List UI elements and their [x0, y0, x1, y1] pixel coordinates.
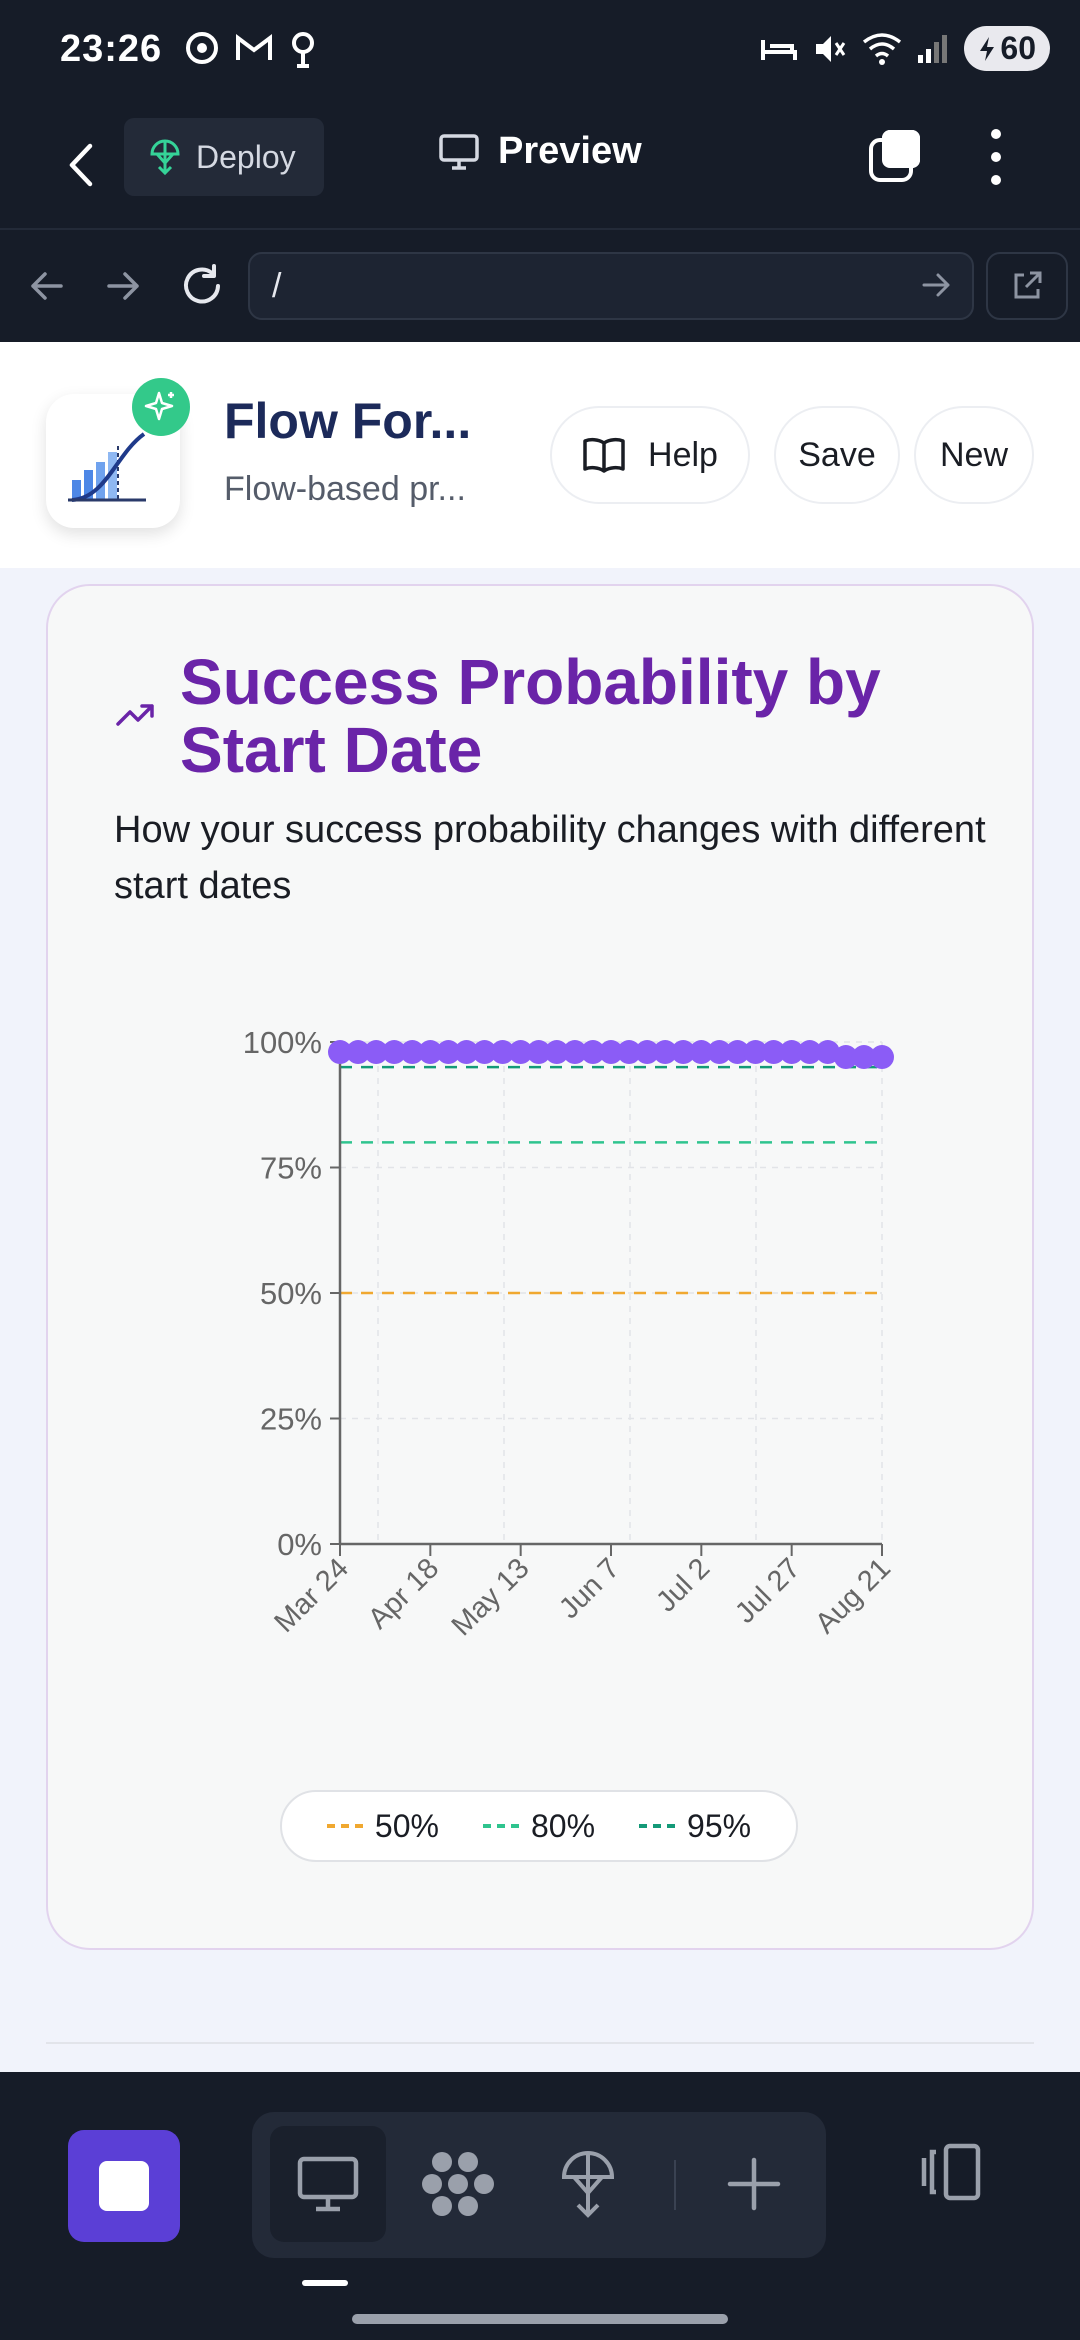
- reload-icon: [184, 264, 220, 304]
- legend-item-95: 95%: [639, 1808, 751, 1845]
- active-tab-indicator: [302, 2280, 348, 2286]
- battery-indicator: 60: [964, 26, 1050, 71]
- url-bar: /: [0, 230, 1080, 342]
- battery-level: 60: [1000, 30, 1036, 66]
- divider: [46, 2042, 1034, 2044]
- more-options-button[interactable]: [976, 122, 1016, 192]
- panel-toggle-button[interactable]: [916, 2142, 982, 2207]
- y-tick-label: 100%: [243, 1025, 322, 1060]
- chart-legend: 50% 80% 95%: [280, 1790, 798, 1862]
- deploy-button[interactable]: Deploy: [124, 118, 324, 196]
- url-input[interactable]: /: [248, 252, 974, 320]
- deploy-tool-button[interactable]: [530, 2126, 646, 2242]
- chart-subtitle: How your success probability changes wit…: [114, 809, 986, 907]
- new-button[interactable]: New: [914, 406, 1034, 504]
- legend-label: 80%: [530, 1807, 596, 1844]
- x-tick-label: Aug 21: [809, 1552, 897, 1640]
- help-label: Help: [648, 435, 718, 474]
- arrow-left-icon: [31, 272, 63, 300]
- sidebar-panel-icon: [921, 2143, 981, 2201]
- location-icon: [292, 32, 314, 68]
- url-text: /: [272, 266, 282, 305]
- legend-label: 95%: [687, 1807, 752, 1844]
- monitor-icon: [439, 133, 479, 170]
- app-title: Flow For...: [224, 393, 472, 449]
- y-tick-label: 25%: [260, 1402, 322, 1437]
- stop-button[interactable]: [68, 2130, 180, 2242]
- y-tick-label: 0%: [277, 1527, 322, 1562]
- nodes-icon: [422, 2152, 494, 2216]
- sparkle-badge: [132, 378, 190, 436]
- chrome-icon: [186, 32, 218, 64]
- data-point: [870, 1045, 894, 1070]
- open-external-button[interactable]: [986, 252, 1068, 320]
- bottom-toolbar: [0, 2072, 1080, 2340]
- chart-title: Success Probability by Start Date: [180, 646, 881, 786]
- x-tick-label: Apr 18: [362, 1552, 445, 1635]
- deploy-icon: [561, 2151, 615, 2218]
- chevron-left-icon: [69, 143, 93, 187]
- book-icon: [583, 437, 625, 473]
- mute-icon: [816, 35, 846, 62]
- legend-label: 50%: [374, 1807, 439, 1844]
- top-bar: Deploy Preview: [0, 100, 1080, 230]
- signal-icon: [918, 34, 948, 63]
- add-button[interactable]: [696, 2126, 812, 2242]
- preview-label: Preview: [498, 130, 642, 172]
- arrow-right-icon: [107, 272, 139, 300]
- legend-swatch: [482, 1824, 519, 1828]
- nav-back-button[interactable]: [20, 260, 72, 312]
- preview-tool-button[interactable]: [270, 2126, 386, 2242]
- wifi-icon: [863, 32, 902, 65]
- y-tick-label: 50%: [260, 1276, 322, 1311]
- charging-icon: [980, 36, 995, 61]
- app-header: Flow For... Flow-based pr... Help Save N…: [0, 342, 1080, 568]
- toolbar-separator: [674, 2160, 676, 2210]
- save-button[interactable]: Save: [774, 406, 900, 504]
- legend-item-50: 50%: [326, 1807, 439, 1845]
- deploy-icon: [150, 139, 180, 176]
- new-label: New: [939, 435, 1009, 474]
- help-button[interactable]: Help: [550, 406, 750, 504]
- go-arrow-icon[interactable]: [922, 270, 952, 300]
- home-indicator[interactable]: [352, 2314, 728, 2324]
- preview-title: Preview: [438, 130, 642, 173]
- app-subtitle: Flow-based pr...: [224, 470, 466, 508]
- x-tick-label: May 13: [446, 1552, 536, 1642]
- x-tick-label: Jul 2: [650, 1552, 716, 1618]
- probability-chart: 0% 25% 50% 75% 100% Mar 24 Apr 18 May 13 Jun 7 Ju…: [243, 1025, 897, 1642]
- more-vertical-icon: [991, 129, 1001, 185]
- back-button[interactable]: [56, 130, 106, 200]
- external-link-icon: [1014, 271, 1042, 299]
- stop-icon: [99, 2161, 149, 2211]
- tabs-icon: [869, 130, 920, 182]
- plus-icon: [727, 2157, 781, 2211]
- tabs-button[interactable]: [866, 126, 926, 186]
- legend-item-80: 80%: [482, 1807, 596, 1845]
- components-tool-button[interactable]: [400, 2126, 516, 2242]
- nav-forward-button[interactable]: [98, 260, 150, 312]
- status-bar: 23:26 60: [0, 0, 1080, 100]
- monitor-icon: [297, 2156, 359, 2212]
- tool-group: [252, 2112, 826, 2258]
- y-tick-label: 75%: [260, 1151, 322, 1186]
- x-tick-label: Jul 27: [729, 1552, 806, 1629]
- legend-swatch: [326, 1824, 363, 1828]
- gmail-icon: [236, 34, 272, 60]
- legend-swatch: [639, 1824, 676, 1828]
- x-tick-label: Mar 24: [268, 1552, 354, 1638]
- x-tick-label: Jun 7: [553, 1552, 626, 1625]
- save-label: Save: [798, 435, 876, 474]
- notification-icons: [184, 30, 318, 70]
- sparkle-icon: [144, 391, 174, 421]
- bed-icon: [761, 39, 798, 60]
- trending-up-icon: [116, 704, 154, 726]
- reload-button[interactable]: [176, 260, 228, 312]
- deploy-label: Deploy: [196, 138, 296, 175]
- system-icons: 60: [760, 26, 1050, 71]
- status-time: 23:26: [60, 28, 163, 70]
